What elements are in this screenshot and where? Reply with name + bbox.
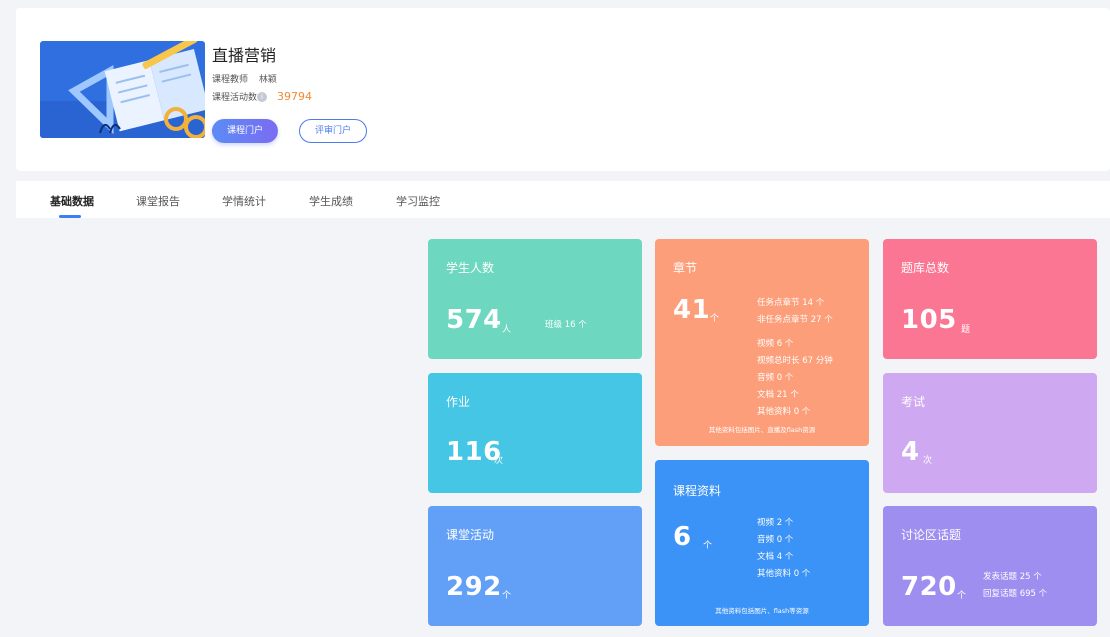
chapter-details: 任务点章节 14 个 非任务点章节 27 个 bbox=[757, 295, 833, 329]
detail-line: 非任务点章节 27 个 bbox=[757, 315, 833, 325]
stat-unit: 个 bbox=[502, 591, 512, 601]
detail-line: 其他资料 0 个 bbox=[757, 569, 811, 579]
detail-line: 视频 2 个 bbox=[757, 518, 794, 528]
activity-count: 39794 bbox=[277, 90, 313, 103]
detail-line: 音频 0 个 bbox=[757, 535, 794, 545]
stat-value: 105 bbox=[901, 305, 957, 335]
teacher-name: 林颖 bbox=[258, 75, 277, 85]
stat-card-question-bank[interactable]: 题库总数 105 题 bbox=[883, 239, 1097, 359]
tab-bar: 基础数据 课堂报告 学情统计 学生成绩 学习监控 bbox=[16, 181, 1110, 218]
discussion-details: 发表话题 25 个 回复话题 695 个 bbox=[983, 569, 1047, 603]
stat-title: 考试 bbox=[901, 395, 926, 409]
tab-student-grades[interactable]: 学生成绩 bbox=[309, 193, 353, 209]
teacher-label: 课程教师 bbox=[212, 75, 249, 85]
stat-card-chapters[interactable]: 章节 41 个 任务点章节 14 个 非任务点章节 27 个 视频 6 个 视频… bbox=[655, 239, 869, 446]
stat-unit: 人 bbox=[502, 325, 512, 335]
stat-title: 讨论区话题 bbox=[901, 528, 962, 542]
course-header-card: 直播营销 课程教师 林颖 课程活动数 i 39794 课程门户 评审门户 bbox=[16, 8, 1110, 171]
material-details: 视频 2 个 音频 0 个 文档 4 个 其他资料 0 个 bbox=[757, 515, 810, 583]
info-icon[interactable]: i bbox=[257, 91, 268, 102]
tab-basic-data[interactable]: 基础数据 bbox=[50, 193, 94, 209]
detail-line: 任务点章节 14 个 bbox=[757, 298, 825, 308]
review-portal-button[interactable]: 评审门户 bbox=[299, 119, 367, 143]
detail-line: 音频 0 个 bbox=[757, 373, 794, 383]
stat-value: 574 bbox=[446, 305, 502, 335]
tab-learning-monitor[interactable]: 学习监控 bbox=[396, 193, 440, 209]
course-portal-button[interactable]: 课程门户 bbox=[212, 119, 278, 143]
stat-unit: 个 bbox=[957, 591, 967, 601]
class-count: 班级 16 个 bbox=[545, 320, 587, 330]
materials-note: 其他资料包括图片、flash等资源 bbox=[715, 607, 809, 615]
stat-value: 4 bbox=[901, 437, 920, 467]
stat-title: 作业 bbox=[446, 395, 471, 409]
detail-line: 视频 6 个 bbox=[757, 339, 794, 349]
stat-unit: 次 bbox=[923, 456, 933, 466]
active-tab-indicator bbox=[59, 215, 81, 218]
stat-value: 720 bbox=[901, 572, 957, 602]
stat-card-discussion-topics[interactable]: 讨论区话题 720 个 发表话题 25 个 回复话题 695 个 bbox=[883, 506, 1097, 626]
stat-card-homework[interactable]: 作业 116 次 bbox=[428, 373, 642, 493]
teacher-row: 课程教师 林颖 bbox=[212, 72, 277, 85]
stat-title: 课程资料 bbox=[673, 484, 722, 498]
stat-card-course-materials[interactable]: 课程资料 6 个 视频 2 个 音频 0 个 文档 4 个 其他资料 0 个 其… bbox=[655, 460, 869, 626]
stat-unit: 个 bbox=[710, 314, 720, 324]
detail-line: 发表话题 25 个 bbox=[983, 572, 1042, 582]
course-cover-image bbox=[40, 41, 205, 138]
stat-value: 292 bbox=[446, 572, 502, 602]
detail-line: 文档 4 个 bbox=[757, 552, 794, 562]
course-title: 直播营销 bbox=[212, 46, 277, 65]
tab-class-report[interactable]: 课堂报告 bbox=[136, 193, 180, 209]
stat-unit: 题 bbox=[961, 325, 971, 335]
activity-label: 课程活动数 bbox=[212, 93, 258, 103]
stat-card-class-activities[interactable]: 课堂活动 292 个 bbox=[428, 506, 642, 626]
tab-learning-stats[interactable]: 学情统计 bbox=[222, 193, 266, 209]
detail-line: 视频总时长 67 分钟 bbox=[757, 356, 833, 366]
activity-row: 课程活动数 i 39794 bbox=[212, 90, 312, 103]
stat-title: 章节 bbox=[673, 261, 698, 275]
stat-card-exams[interactable]: 考试 4 次 bbox=[883, 373, 1097, 493]
stat-title: 课堂活动 bbox=[446, 528, 495, 542]
stat-title: 学生人数 bbox=[446, 261, 495, 275]
stat-unit: 次 bbox=[494, 456, 504, 466]
stat-card-students[interactable]: 学生人数 574 人 班级 16 个 bbox=[428, 239, 642, 359]
detail-line: 文档 21 个 bbox=[757, 390, 799, 400]
stat-unit: 个 bbox=[703, 541, 713, 551]
chapter-media-details: 视频 6 个 视频总时长 67 分钟 音频 0 个 文档 21 个 其他资料 0… bbox=[757, 336, 833, 421]
stat-value: 6 bbox=[673, 522, 692, 552]
stat-title: 题库总数 bbox=[901, 261, 950, 275]
stat-value: 41 bbox=[673, 295, 711, 325]
chapter-note: 其他资料包括图片、直播及flash资源 bbox=[708, 426, 816, 434]
detail-line: 回复话题 695 个 bbox=[983, 589, 1048, 599]
detail-line: 其他资料 0 个 bbox=[757, 407, 811, 417]
